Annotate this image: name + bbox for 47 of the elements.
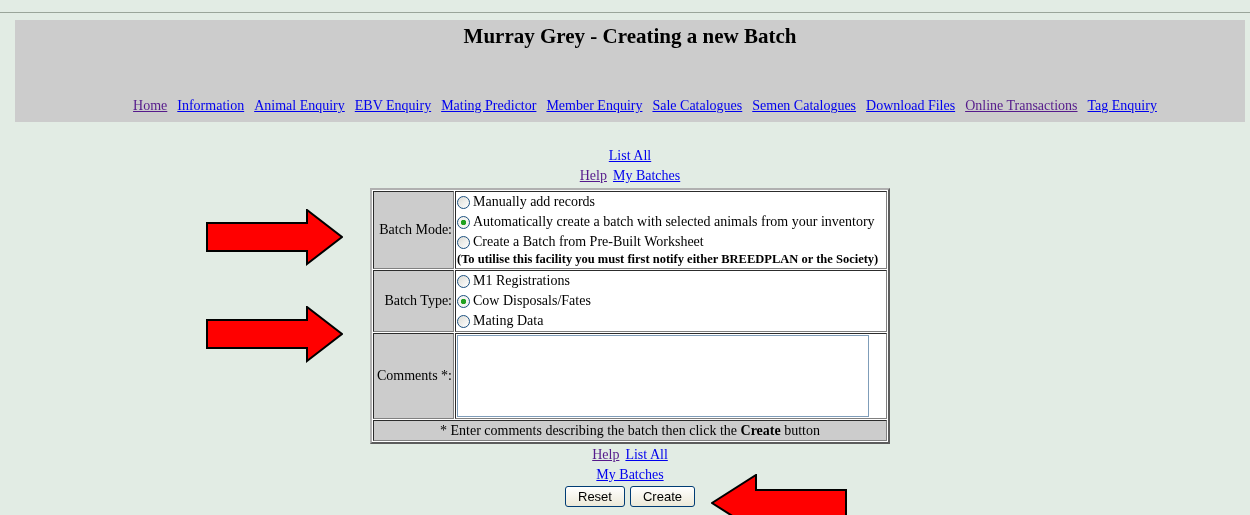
option-label: Manually add records <box>473 193 596 211</box>
option-label: Create a Batch from Pre-Built Worksheet <box>473 233 704 251</box>
page-link[interactable]: List All <box>625 445 668 465</box>
arrow-icon <box>206 306 343 364</box>
nav-link[interactable]: Tag Enquiry <box>1087 96 1157 116</box>
radio-button[interactable] <box>457 195 470 209</box>
nav-link[interactable]: Animal Enquiry <box>254 96 345 116</box>
page-link[interactable]: List All <box>608 146 652 166</box>
option-label: Mating Data <box>473 312 544 330</box>
radio-option[interactable]: Cow Disposals/Fates <box>457 291 885 311</box>
field-label: Batch Type: <box>373 270 454 332</box>
page-link[interactable]: Help <box>579 166 607 186</box>
nav-link[interactable]: Mating Predictor <box>441 96 537 116</box>
radio-button[interactable] <box>457 314 470 328</box>
reset-button[interactable]: Reset <box>565 486 625 507</box>
comments-field[interactable] <box>457 335 869 417</box>
radio-button[interactable] <box>457 274 470 288</box>
radio-button[interactable] <box>457 235 470 249</box>
create-button[interactable]: Create <box>629 486 695 507</box>
nav-link[interactable]: Semen Catalogues <box>752 96 857 116</box>
page-link[interactable]: My Batches <box>596 465 664 485</box>
radio-option[interactable]: Mating Data <box>457 311 885 331</box>
option-label: M1 Registrations <box>473 272 570 290</box>
nav-link[interactable]: Information <box>177 96 245 116</box>
radio-option[interactable]: Create a Batch from Pre-Built Worksheet <box>457 232 885 252</box>
radio-option[interactable]: Manually add records <box>457 192 885 212</box>
nav-link[interactable]: Sale Catalogues <box>652 96 743 116</box>
option-label: Cow Disposals/Fates <box>473 292 591 310</box>
radio-button[interactable] <box>457 294 470 308</box>
nav-link[interactable]: Online Transactions <box>965 96 1078 116</box>
arrow-icon <box>206 209 343 267</box>
field-label: Comments *: <box>373 333 454 419</box>
nav-link[interactable]: Member Enquiry <box>546 96 643 116</box>
option-label: Automatically create a batch with selected animals from your inventory <box>473 213 875 231</box>
page-title: Murray Grey - Creating a new Batch <box>463 24 797 49</box>
note-text: (To utilise this facility you must first notify either BREEDPLAN or the Society) <box>457 252 880 268</box>
nav-link[interactable]: Home <box>133 96 168 116</box>
page-link[interactable]: My Batches <box>612 166 681 186</box>
arrow-icon <box>711 474 848 515</box>
nav-link[interactable]: EBV Enquiry <box>354 96 432 116</box>
radio-button[interactable] <box>457 215 470 229</box>
field-label: Batch Mode: <box>373 191 454 269</box>
instruction-text: * Enter comments describing the batch then click the Create button <box>440 422 820 438</box>
page-link[interactable]: Help <box>592 445 620 465</box>
nav-link[interactable]: Download Files <box>866 96 956 116</box>
radio-option[interactable]: M1 Registrations <box>457 271 885 291</box>
radio-option[interactable]: Automatically create a batch with selected animals from your inventory <box>457 212 885 232</box>
